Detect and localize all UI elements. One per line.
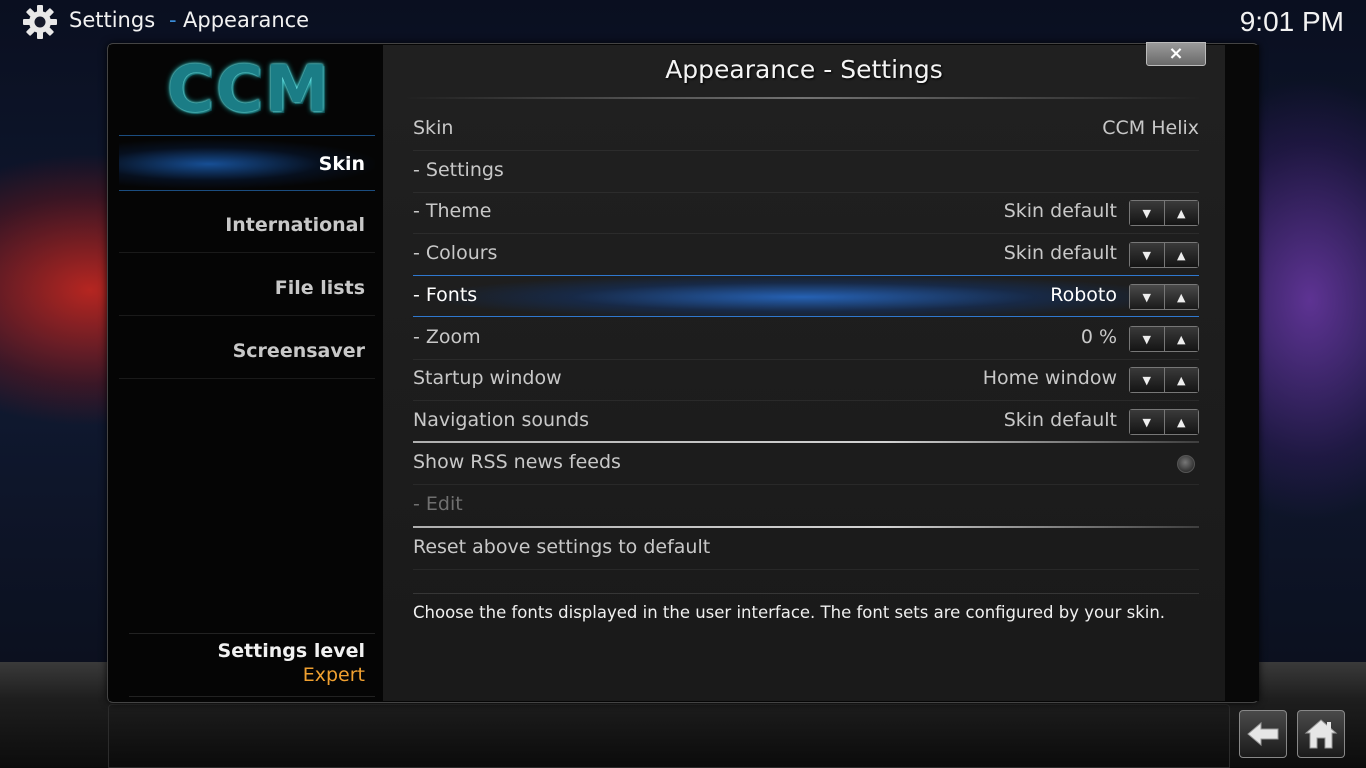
- settings-level-label: Settings level: [217, 640, 365, 662]
- sidebar-item-file-lists[interactable]: File lists: [119, 260, 375, 316]
- breadcrumb-section: Settings: [69, 8, 156, 32]
- title-divider: [403, 97, 1203, 99]
- breadcrumb-subsection: Appearance: [183, 8, 310, 32]
- setting-value: Roboto: [1050, 284, 1117, 306]
- spin-control: ▼ ▲: [1129, 326, 1199, 352]
- settings-level-value: Expert: [302, 664, 365, 686]
- setting-row-navigation-sounds[interactable]: Navigation sounds Skin default ▼ ▲: [413, 401, 1199, 443]
- setting-label: Show RSS news feeds: [413, 451, 621, 473]
- setting-value: Skin default: [1003, 409, 1117, 431]
- sidebar-item-skin[interactable]: Skin: [119, 135, 375, 191]
- setting-row-rss-feeds[interactable]: Show RSS news feeds: [413, 443, 1199, 485]
- setting-label: - Settings: [413, 159, 504, 181]
- arrow-up-icon[interactable]: ▲: [1163, 201, 1198, 225]
- spin-control: ▼ ▲: [1129, 409, 1199, 435]
- arrow-down-icon[interactable]: ▼: [1130, 410, 1164, 434]
- arrow-up-icon[interactable]: ▲: [1163, 368, 1198, 392]
- sidebar-item-screensaver[interactable]: Screensaver: [119, 323, 375, 379]
- setting-label: - Edit: [413, 493, 463, 515]
- dialog-title: Appearance - Settings: [665, 55, 943, 84]
- setting-row-skin[interactable]: Skin CCM Helix: [413, 109, 1199, 151]
- skin-logo: CCM: [167, 53, 331, 127]
- setting-value: 0 %: [1080, 326, 1117, 348]
- sidebar-item-label: File lists: [274, 277, 365, 299]
- radio-toggle-icon[interactable]: [1177, 455, 1195, 473]
- close-button[interactable]: ×: [1146, 42, 1206, 66]
- setting-row-startup-window[interactable]: Startup window Home window ▼ ▲: [413, 359, 1199, 401]
- setting-row-fonts[interactable]: - Fonts Roboto ▼ ▲: [413, 275, 1199, 317]
- arrow-down-icon[interactable]: ▼: [1130, 285, 1164, 309]
- spin-control: ▼ ▲: [1129, 284, 1199, 310]
- setting-label: - Fonts: [413, 284, 478, 306]
- setting-value: CCM Helix: [1102, 117, 1199, 139]
- setting-label: Reset above settings to default: [413, 536, 711, 558]
- setting-row-reset[interactable]: Reset above settings to default: [413, 528, 1199, 570]
- spin-control: ▼ ▲: [1129, 242, 1199, 268]
- setting-row-skin-settings[interactable]: - Settings: [413, 151, 1199, 193]
- sidebar-item-label: International: [225, 214, 365, 236]
- setting-label: Navigation sounds: [413, 409, 590, 431]
- description-divider: [413, 593, 1199, 594]
- setting-row-theme[interactable]: - Theme Skin default ▼ ▲: [413, 192, 1199, 234]
- setting-label: - Zoom: [413, 326, 481, 348]
- bottom-panel: [108, 704, 1230, 768]
- setting-row-rss-edit: - Edit: [413, 485, 1199, 527]
- sidebar-item-label: Skin: [318, 153, 365, 175]
- arrow-down-icon[interactable]: ▼: [1130, 201, 1164, 225]
- top-bar: Settings - Appearance 9:01 PM: [0, 0, 1366, 44]
- dialog-right-edge: [1225, 45, 1259, 701]
- back-arrow-icon: [1247, 721, 1279, 747]
- sidebar-item-label: Screensaver: [232, 340, 365, 362]
- setting-label: Startup window: [413, 367, 562, 389]
- arrow-up-icon[interactable]: ▲: [1163, 285, 1198, 309]
- sidebar: CCM Skin International File lists Screen…: [109, 45, 383, 701]
- setting-value: Home window: [982, 367, 1117, 389]
- setting-value: Skin default: [1003, 242, 1117, 264]
- spin-control: ▼ ▲: [1129, 367, 1199, 393]
- setting-description: Choose the fonts displayed in the user i…: [413, 603, 1166, 622]
- setting-row-colours[interactable]: - Colours Skin default ▼ ▲: [413, 234, 1199, 276]
- home-icon: [1304, 719, 1338, 749]
- back-button[interactable]: [1239, 710, 1287, 758]
- arrow-up-icon[interactable]: ▲: [1163, 243, 1198, 267]
- setting-value: Skin default: [1003, 200, 1117, 222]
- arrow-up-icon[interactable]: ▲: [1163, 327, 1198, 351]
- clock: 9:01 PM: [1239, 6, 1344, 37]
- settings-content: Appearance - Settings Skin CCM Helix - S…: [383, 45, 1225, 701]
- home-button[interactable]: [1297, 710, 1345, 758]
- arrow-down-icon[interactable]: ▼: [1130, 243, 1164, 267]
- setting-label: - Theme: [413, 200, 492, 222]
- setting-label: Skin: [413, 117, 454, 139]
- setting-row-zoom[interactable]: - Zoom 0 % ▼ ▲: [413, 318, 1199, 360]
- spin-control: ▼ ▲: [1129, 200, 1199, 226]
- gear-icon: [23, 5, 57, 39]
- arrow-down-icon[interactable]: ▼: [1130, 368, 1164, 392]
- settings-dialog: CCM Skin International File lists Screen…: [107, 42, 1259, 703]
- arrow-up-icon[interactable]: ▲: [1163, 410, 1198, 434]
- settings-level-button[interactable]: Settings level Expert: [129, 633, 375, 697]
- sidebar-item-international[interactable]: International: [119, 197, 375, 253]
- breadcrumb-separator: -: [169, 8, 177, 32]
- arrow-down-icon[interactable]: ▼: [1130, 327, 1164, 351]
- setting-label: - Colours: [413, 242, 498, 264]
